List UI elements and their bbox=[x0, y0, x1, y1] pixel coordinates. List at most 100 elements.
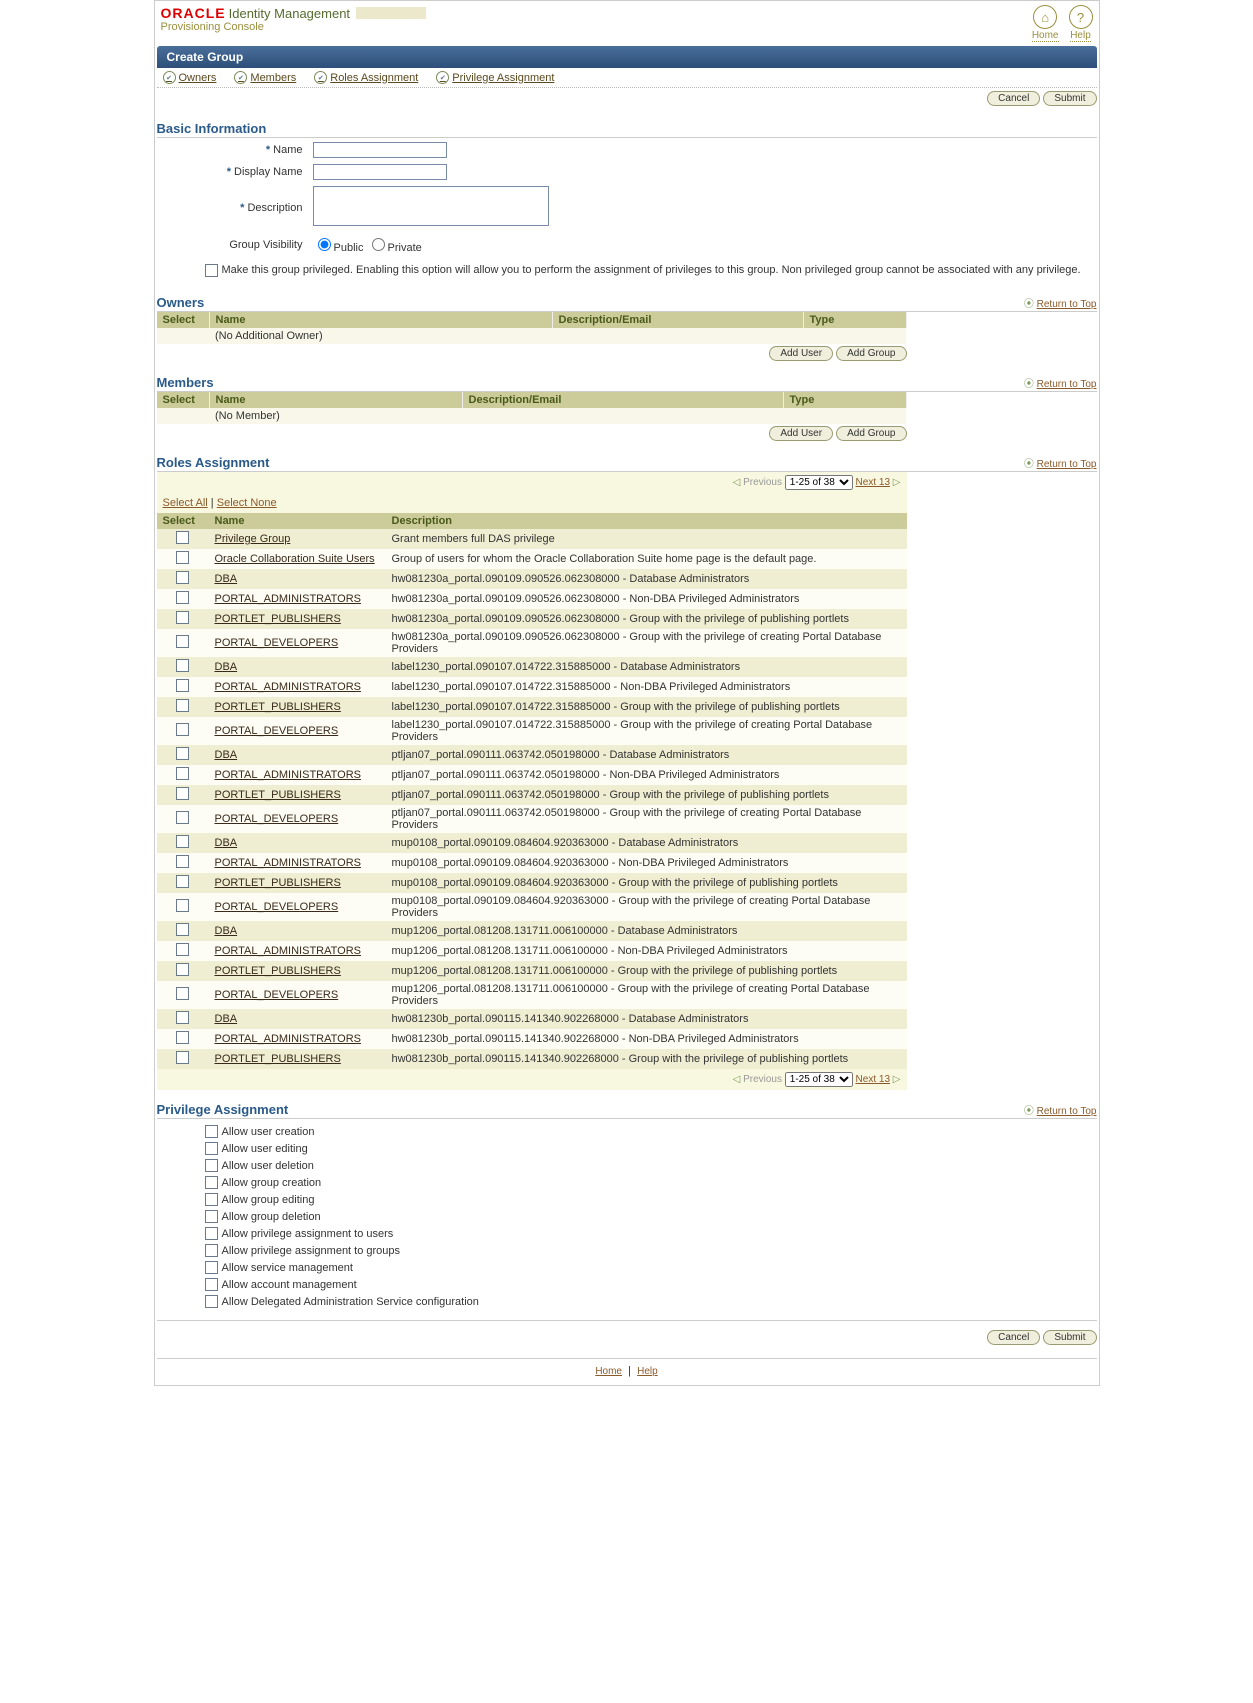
role-checkbox[interactable] bbox=[176, 767, 189, 780]
submit-button[interactable]: Submit bbox=[1043, 91, 1096, 106]
role-name-link[interactable]: PORTLET_PUBLISHERS bbox=[215, 877, 341, 889]
submit-button-bottom[interactable]: Submit bbox=[1043, 1330, 1096, 1345]
role-name-link[interactable]: DBA bbox=[215, 661, 238, 673]
role-name-link[interactable]: PORTLET_PUBLISHERS bbox=[215, 1053, 341, 1065]
pager-range-bottom[interactable]: 1-25 of 38 bbox=[785, 1072, 853, 1087]
role-checkbox[interactable] bbox=[176, 875, 189, 888]
role-checkbox[interactable] bbox=[176, 571, 189, 584]
members-add-user-button[interactable]: Add User bbox=[769, 426, 833, 441]
role-checkbox[interactable] bbox=[176, 635, 189, 648]
role-name-link[interactable]: PORTLET_PUBLISHERS bbox=[215, 701, 341, 713]
privilege-checkbox[interactable] bbox=[205, 1142, 218, 1155]
role-name-link[interactable]: PORTAL_DEVELOPERS bbox=[215, 901, 339, 913]
role-name-link[interactable]: PORTAL_DEVELOPERS bbox=[215, 989, 339, 1001]
role-name-link[interactable]: PORTAL_ADMINISTRATORS bbox=[215, 681, 362, 693]
nav-link-roles-assignment[interactable]: ✔Roles Assignment bbox=[314, 71, 418, 84]
privilege-item[interactable]: Allow service management bbox=[205, 1259, 1097, 1276]
cancel-button-bottom[interactable]: Cancel bbox=[987, 1330, 1040, 1345]
role-checkbox[interactable] bbox=[176, 943, 189, 956]
members-return-top[interactable]: Return to Top bbox=[1037, 379, 1097, 390]
visibility-private-radio[interactable] bbox=[372, 238, 385, 251]
role-checkbox[interactable] bbox=[176, 699, 189, 712]
privileges-return-top[interactable]: Return to Top bbox=[1037, 1106, 1097, 1117]
display-name-input[interactable] bbox=[313, 164, 447, 180]
select-all-link[interactable]: Select All bbox=[163, 497, 208, 509]
privilege-checkbox[interactable] bbox=[205, 1278, 218, 1291]
role-name-link[interactable]: DBA bbox=[215, 573, 238, 585]
privilege-checkbox[interactable] bbox=[205, 1244, 218, 1257]
make-privileged-checkbox[interactable] bbox=[205, 264, 218, 277]
role-checkbox[interactable] bbox=[176, 747, 189, 760]
name-input[interactable] bbox=[313, 142, 447, 158]
role-checkbox[interactable] bbox=[176, 551, 189, 564]
role-checkbox[interactable] bbox=[176, 1031, 189, 1044]
role-checkbox[interactable] bbox=[176, 723, 189, 736]
privilege-item[interactable]: Allow account management bbox=[205, 1276, 1097, 1293]
privilege-checkbox[interactable] bbox=[205, 1227, 218, 1240]
privilege-checkbox[interactable] bbox=[205, 1261, 218, 1274]
privilege-item[interactable]: Allow group deletion bbox=[205, 1208, 1097, 1225]
role-name-link[interactable]: PORTAL_ADMINISTRATORS bbox=[215, 945, 362, 957]
nav-link-privilege-assignment[interactable]: ✔Privilege Assignment bbox=[436, 71, 554, 84]
members-add-group-button[interactable]: Add Group bbox=[836, 426, 906, 441]
privilege-checkbox[interactable] bbox=[205, 1159, 218, 1172]
visibility-public[interactable]: Public bbox=[313, 242, 364, 254]
role-checkbox[interactable] bbox=[176, 923, 189, 936]
role-name-link[interactable]: PORTAL_DEVELOPERS bbox=[215, 725, 339, 737]
role-name-link[interactable]: PORTAL_DEVELOPERS bbox=[215, 813, 339, 825]
role-name-link[interactable]: PORTAL_ADMINISTRATORS bbox=[215, 1033, 362, 1045]
role-name-link[interactable]: PORTAL_ADMINISTRATORS bbox=[215, 593, 362, 605]
role-checkbox[interactable] bbox=[176, 899, 189, 912]
role-checkbox[interactable] bbox=[176, 987, 189, 1000]
role-checkbox[interactable] bbox=[176, 531, 189, 544]
privilege-item[interactable]: Allow user deletion bbox=[205, 1157, 1097, 1174]
role-name-link[interactable]: PORTLET_PUBLISHERS bbox=[215, 613, 341, 625]
pager-next-top[interactable]: Next 13 bbox=[856, 477, 890, 488]
role-checkbox[interactable] bbox=[176, 611, 189, 624]
privilege-item[interactable]: Allow privilege assignment to groups bbox=[205, 1242, 1097, 1259]
role-name-link[interactable]: PORTLET_PUBLISHERS bbox=[215, 965, 341, 977]
footer-home-link[interactable]: Home bbox=[595, 1366, 622, 1377]
nav-link-owners[interactable]: ✔Owners bbox=[163, 71, 217, 84]
role-name-link[interactable]: PORTAL_ADMINISTRATORS bbox=[215, 769, 362, 781]
role-name-link[interactable]: Oracle Collaboration Suite Users bbox=[215, 553, 375, 565]
role-name-link[interactable]: PORTAL_DEVELOPERS bbox=[215, 637, 339, 649]
privilege-item[interactable]: Allow user editing bbox=[205, 1140, 1097, 1157]
role-checkbox[interactable] bbox=[176, 659, 189, 672]
header-home-link[interactable]: ⌂ Home bbox=[1032, 5, 1059, 42]
select-none-link[interactable]: Select None bbox=[217, 497, 277, 509]
header-help-link[interactable]: ? Help bbox=[1069, 5, 1093, 42]
role-checkbox[interactable] bbox=[176, 591, 189, 604]
role-checkbox[interactable] bbox=[176, 1051, 189, 1064]
role-checkbox[interactable] bbox=[176, 963, 189, 976]
privilege-checkbox[interactable] bbox=[205, 1176, 218, 1189]
privilege-item[interactable]: Allow privilege assignment to users bbox=[205, 1225, 1097, 1242]
privilege-checkbox[interactable] bbox=[205, 1210, 218, 1223]
role-checkbox[interactable] bbox=[176, 1011, 189, 1024]
role-checkbox[interactable] bbox=[176, 679, 189, 692]
nav-link-members[interactable]: ✔Members bbox=[234, 71, 296, 84]
role-name-link[interactable]: DBA bbox=[215, 925, 238, 937]
pager-next-bottom[interactable]: Next 13 bbox=[856, 1074, 890, 1085]
role-name-link[interactable]: DBA bbox=[215, 837, 238, 849]
role-checkbox[interactable] bbox=[176, 811, 189, 824]
cancel-button[interactable]: Cancel bbox=[987, 91, 1040, 106]
owners-add-user-button[interactable]: Add User bbox=[769, 346, 833, 361]
privilege-item[interactable]: Allow Delegated Administration Service c… bbox=[205, 1293, 1097, 1310]
description-input[interactable] bbox=[313, 186, 549, 226]
role-name-link[interactable]: PORTLET_PUBLISHERS bbox=[215, 789, 341, 801]
privilege-item[interactable]: Allow group editing bbox=[205, 1191, 1097, 1208]
privilege-item[interactable]: Allow group creation bbox=[205, 1174, 1097, 1191]
privilege-checkbox[interactable] bbox=[205, 1193, 218, 1206]
privilege-checkbox[interactable] bbox=[205, 1295, 218, 1308]
pager-range-top[interactable]: 1-25 of 38 bbox=[785, 475, 853, 490]
role-name-link[interactable]: DBA bbox=[215, 1013, 238, 1025]
owners-return-top[interactable]: Return to Top bbox=[1037, 299, 1097, 310]
role-name-link[interactable]: DBA bbox=[215, 749, 238, 761]
role-checkbox[interactable] bbox=[176, 787, 189, 800]
role-name-link[interactable]: Privilege Group bbox=[215, 533, 291, 545]
privilege-checkbox[interactable] bbox=[205, 1125, 218, 1138]
visibility-public-radio[interactable] bbox=[318, 238, 331, 251]
roles-return-top[interactable]: Return to Top bbox=[1037, 459, 1097, 470]
role-checkbox[interactable] bbox=[176, 855, 189, 868]
